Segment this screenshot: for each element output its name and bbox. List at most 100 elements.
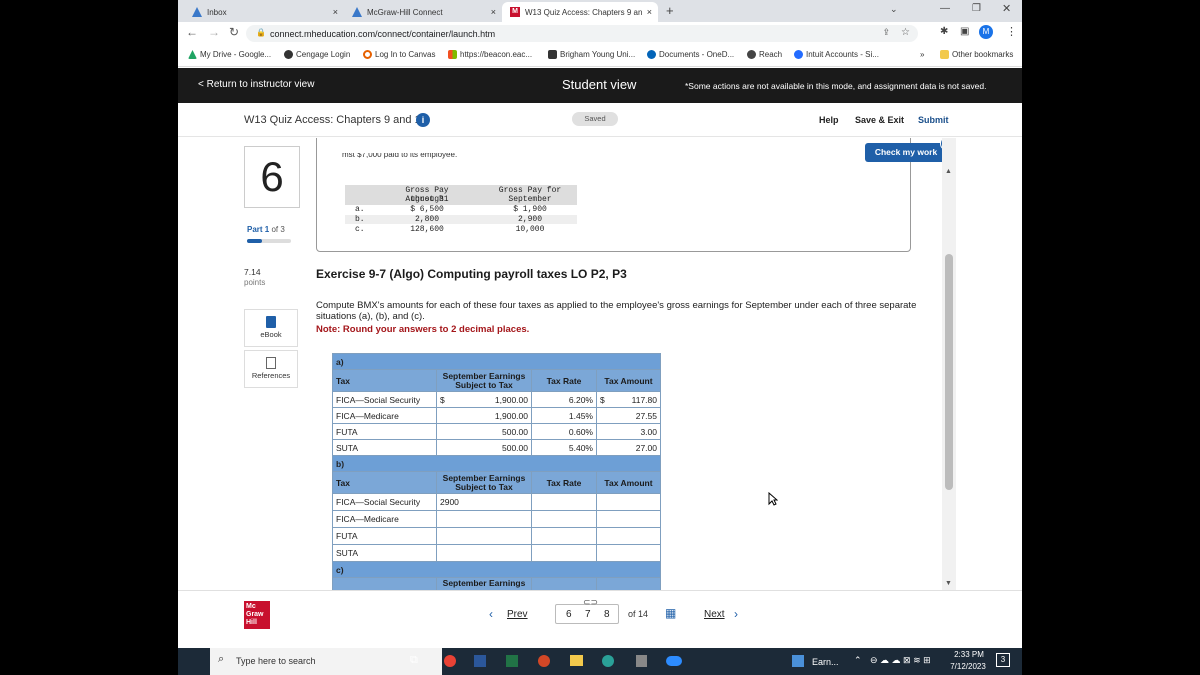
grid-view-icon[interactable]: ▦ — [665, 606, 676, 620]
page-8[interactable]: 8 — [604, 609, 610, 620]
url-field[interactable]: 🔒 connect.mheducation.com/connect/contai… — [246, 25, 918, 42]
prev-link[interactable]: Prev — [507, 609, 528, 620]
earnings-input[interactable]: 2900 — [436, 493, 532, 511]
close-tab-icon[interactable]: × — [333, 7, 338, 17]
scroll-up-icon[interactable]: ▲ — [945, 168, 952, 175]
student-view-bar: < Return to instructor view Student view… — [178, 68, 1022, 103]
new-tab-button[interactable]: + — [666, 3, 674, 18]
page-6[interactable]: 6 — [566, 609, 572, 620]
back-icon[interactable]: ← — [186, 25, 198, 39]
earnings-input[interactable]: 500.00 — [436, 439, 532, 456]
tax-rate-input[interactable] — [531, 527, 597, 545]
tax-amount-input[interactable] — [596, 544, 661, 562]
save-exit-link[interactable]: Save & Exit — [855, 115, 904, 125]
references-label: References — [251, 371, 291, 380]
ebook-button[interactable]: eBook — [244, 309, 298, 347]
minimize-icon[interactable]: — — [940, 3, 950, 14]
content-scrollbar[interactable]: ▲ ▼ — [942, 138, 956, 590]
clock-time[interactable]: 2:33 PM — [952, 650, 986, 659]
page-7-current[interactable]: 7 — [585, 609, 591, 620]
bookmark-item[interactable]: https://beacon.eac... — [448, 50, 532, 59]
earnings-input[interactable]: 500.00 — [436, 423, 532, 440]
bookmark-item[interactable]: Brigham Young Uni... — [548, 50, 635, 59]
tax-amount-input[interactable] — [596, 527, 661, 545]
tax-amount-input[interactable]: 3.00 — [596, 423, 661, 440]
reload-icon[interactable]: ↻ — [229, 25, 239, 39]
tab-search-icon[interactable]: ⌄ — [890, 4, 898, 15]
tax-rate-input[interactable] — [531, 510, 597, 528]
extensions-icon[interactable]: ✱ — [940, 26, 948, 37]
tab-quiz[interactable]: M W13 Quiz Access: Chapters 9 an × — [502, 2, 658, 22]
col-rate-head-c — [531, 577, 597, 590]
close-tab-icon[interactable]: × — [491, 7, 496, 17]
notification-icon[interactable]: 3 — [996, 653, 1010, 667]
tax-rate-input[interactable]: 0.60% — [531, 423, 597, 440]
star-icon[interactable]: ☆ — [901, 27, 910, 38]
calculator-taskbar-icon[interactable] — [636, 655, 647, 667]
chrome-taskbar-icon[interactable] — [444, 655, 456, 667]
references-button[interactable]: References — [244, 350, 298, 388]
edge-taskbar-icon[interactable] — [602, 655, 614, 667]
close-tab-icon[interactable]: × — [647, 7, 652, 17]
forward-icon[interactable]: → — [208, 25, 220, 39]
close-window-icon[interactable]: ✕ — [1002, 2, 1011, 15]
onedrive-icon — [647, 50, 656, 59]
bookmark-item[interactable]: My Drive - Google... — [188, 50, 271, 59]
help-link[interactable]: Help — [819, 115, 839, 125]
tax-rate-input[interactable]: 1.45% — [531, 407, 597, 424]
earn-app-icon[interactable] — [792, 655, 804, 667]
next-link[interactable]: Next — [704, 609, 725, 620]
bookmark-item[interactable]: Documents - OneD... — [647, 50, 734, 59]
earnings-input[interactable]: 1,900.00 — [436, 407, 532, 424]
tax-amount-input[interactable]: $117.80 — [596, 391, 661, 408]
scroll-thumb[interactable] — [945, 254, 953, 490]
tax-amount-input[interactable]: 27.00 — [596, 439, 661, 456]
tax-amount-input[interactable] — [596, 510, 661, 528]
tab-mcgraw-hill[interactable]: McGraw-Hill Connect × — [344, 2, 502, 22]
tax-rate-input[interactable]: 6.20% — [531, 391, 597, 408]
intuit-icon — [794, 50, 803, 59]
tax-rate-input[interactable] — [531, 493, 597, 511]
currency-symbol: $ — [600, 394, 605, 405]
tax-rate-input[interactable] — [531, 544, 597, 562]
file-explorer-taskbar-icon[interactable] — [570, 655, 583, 666]
profile-avatar[interactable]: M — [979, 25, 993, 39]
prev-chevron-icon[interactable]: ‹ — [489, 607, 493, 621]
tax-name: SUTA — [332, 439, 437, 456]
earnings-input[interactable]: $1,900.00 — [436, 391, 532, 408]
word-taskbar-icon[interactable] — [474, 655, 486, 667]
tax-amount-input[interactable] — [596, 493, 661, 511]
side-panel-icon[interactable]: ▣ — [960, 26, 969, 37]
earnings-input[interactable] — [436, 510, 532, 528]
powerpoint-taskbar-icon[interactable] — [538, 655, 550, 667]
excel-taskbar-icon[interactable] — [506, 655, 518, 667]
task-view-icon[interactable]: ⧉ — [410, 654, 418, 667]
zoom-taskbar-icon[interactable] — [666, 656, 682, 666]
earn-app-label[interactable]: Earn... — [812, 657, 839, 667]
tax-amount-input[interactable]: 27.55 — [596, 407, 661, 424]
tray-icons[interactable]: ⊖ ☁ ☁ ⊠ ≋ ⊞ — [870, 655, 931, 666]
restore-icon[interactable]: ❐ — [972, 3, 981, 14]
next-chevron-icon[interactable]: › — [734, 607, 738, 621]
bookmark-item[interactable]: Reach — [747, 50, 782, 59]
tray-chevron-icon[interactable]: ⌃ — [854, 655, 862, 666]
return-instructor-link[interactable]: < Return to instructor view — [198, 79, 314, 90]
share-icon[interactable]: ⇪ — [882, 27, 890, 38]
bookmarks-overflow-icon[interactable]: » — [920, 50, 924, 59]
tax-rate-input[interactable]: 5.40% — [531, 439, 597, 456]
bookmark-item[interactable]: Cengage Login — [284, 50, 350, 59]
bookmark-item[interactable]: Log In to Canvas — [363, 50, 435, 59]
tab-inbox[interactable]: Inbox × — [184, 2, 344, 22]
other-bookmarks[interactable]: Other bookmarks — [940, 50, 1013, 59]
submit-link[interactable]: Submit — [918, 115, 949, 125]
taskbar-search[interactable]: ⌕ Type here to search — [210, 648, 442, 675]
earnings-input[interactable] — [436, 527, 532, 545]
bookmark-item[interactable]: Intuit Accounts - Si... — [794, 50, 879, 59]
menu-icon[interactable]: ⋮ — [1006, 25, 1017, 38]
info-icon[interactable]: i — [416, 113, 430, 127]
scroll-down-icon[interactable]: ▼ — [945, 580, 952, 587]
exercise-title: Exercise 9-7 (Algo) Computing payroll ta… — [316, 267, 627, 281]
earnings-input[interactable] — [436, 544, 532, 562]
check-my-work-button[interactable]: Check my work — [865, 143, 947, 162]
clock-date[interactable]: 7/12/2023 — [946, 662, 990, 671]
